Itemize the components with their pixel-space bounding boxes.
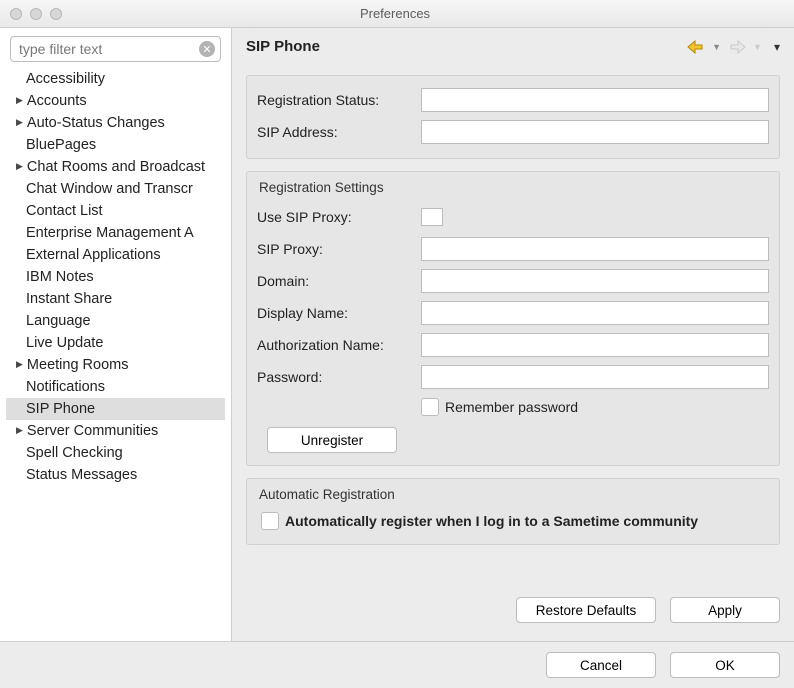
tree-item-label: Server Communities — [27, 423, 158, 439]
tree-item-accessibility[interactable]: Accessibility — [6, 68, 225, 90]
tree-item-label: Enterprise Management A — [26, 225, 194, 241]
password-field[interactable] — [421, 365, 769, 389]
tree-item-external-apps[interactable]: External Applications — [6, 244, 225, 266]
remember-password-checkbox[interactable] — [421, 398, 439, 416]
tree-item-sip-phone[interactable]: SIP Phone — [6, 398, 225, 420]
domain-label: Domain: — [257, 273, 415, 289]
tree-item-label: Chat Rooms and Broadcast — [27, 159, 205, 175]
tree-item-label: Notifications — [26, 379, 105, 395]
tree-item-label: Accounts — [27, 93, 87, 109]
cancel-button[interactable]: Cancel — [546, 652, 656, 678]
preferences-tree: Accessibility Accounts Auto-Status Chang… — [6, 66, 225, 633]
sip-proxy-field[interactable] — [421, 237, 769, 261]
auth-name-label: Authorization Name: — [257, 337, 415, 353]
filter-input[interactable] — [10, 36, 221, 62]
password-label: Password: — [257, 369, 415, 385]
tree-item-instant-share[interactable]: Instant Share — [6, 288, 225, 310]
domain-field[interactable] — [421, 269, 769, 293]
tree-item-accounts[interactable]: Accounts — [6, 90, 225, 112]
tree-item-label: Spell Checking — [26, 445, 123, 461]
registration-settings-title: Registration Settings — [259, 180, 769, 195]
menu-icon[interactable]: ▾ — [774, 40, 780, 54]
tree-item-status-messages[interactable]: Status Messages — [6, 464, 225, 486]
tree-item-label: Instant Share — [26, 291, 112, 307]
tree-item-bluepages[interactable]: BluePages — [6, 134, 225, 156]
tree-item-label: Auto-Status Changes — [27, 115, 165, 131]
tree-item-label: BluePages — [26, 137, 96, 153]
panel-title: SIP Phone — [246, 38, 686, 55]
sip-proxy-label: SIP Proxy: — [257, 241, 415, 257]
zoom-window-icon[interactable] — [50, 8, 62, 20]
tree-item-label: External Applications — [26, 247, 161, 263]
chevron-down-icon[interactable]: ▼ — [753, 42, 762, 52]
window-title: Preferences — [62, 6, 728, 21]
tree-item-meeting-rooms[interactable]: Meeting Rooms — [6, 354, 225, 376]
sip-address-label: SIP Address: — [257, 124, 415, 140]
dialog-footer: Cancel OK — [0, 642, 794, 688]
window-controls — [10, 8, 62, 20]
clear-filter-icon[interactable]: ✕ — [199, 41, 215, 57]
tree-item-enterprise-mgmt[interactable]: Enterprise Management A — [6, 222, 225, 244]
close-window-icon[interactable] — [10, 8, 22, 20]
preferences-panel: SIP Phone ▼ ▼ ▾ Registration Status: — [232, 28, 794, 641]
minimize-window-icon[interactable] — [30, 8, 42, 20]
tree-item-live-update[interactable]: Live Update — [6, 332, 225, 354]
display-name-label: Display Name: — [257, 305, 415, 321]
titlebar: Preferences — [0, 0, 794, 28]
tree-item-label: Meeting Rooms — [27, 357, 129, 373]
status-group: Registration Status: SIP Address: — [246, 75, 780, 159]
use-sip-proxy-label: Use SIP Proxy: — [257, 209, 415, 225]
reg-status-field[interactable] — [421, 88, 769, 112]
tree-item-notifications[interactable]: Notifications — [6, 376, 225, 398]
tree-item-label: Accessibility — [26, 71, 105, 87]
display-name-field[interactable] — [421, 301, 769, 325]
preferences-sidebar: ✕ Accessibility Accounts Auto-Status Cha… — [0, 28, 232, 641]
tree-item-auto-status[interactable]: Auto-Status Changes — [6, 112, 225, 134]
tree-item-contact-list[interactable]: Contact List — [6, 200, 225, 222]
tree-item-label: Live Update — [26, 335, 103, 351]
restore-defaults-button[interactable]: Restore Defaults — [516, 597, 656, 623]
tree-item-label: Language — [26, 313, 91, 329]
reg-status-label: Registration Status: — [257, 92, 415, 108]
tree-item-chat-rooms[interactable]: Chat Rooms and Broadcast — [6, 156, 225, 178]
tree-item-label: Contact List — [26, 203, 103, 219]
unregister-button[interactable]: Unregister — [267, 427, 397, 453]
tree-item-chat-window[interactable]: Chat Window and Transcr — [6, 178, 225, 200]
use-sip-proxy-checkbox[interactable] — [421, 208, 443, 226]
auto-register-label: Automatically register when I log in to … — [285, 513, 698, 529]
auth-name-field[interactable] — [421, 333, 769, 357]
forward-icon[interactable] — [727, 40, 747, 54]
ok-button[interactable]: OK — [670, 652, 780, 678]
automatic-registration-title: Automatic Registration — [259, 487, 769, 502]
tree-item-ibm-notes[interactable]: IBM Notes — [6, 266, 225, 288]
sip-address-field[interactable] — [421, 120, 769, 144]
auto-register-checkbox[interactable] — [261, 512, 279, 530]
tree-item-spell-checking[interactable]: Spell Checking — [6, 442, 225, 464]
chevron-down-icon[interactable]: ▼ — [712, 42, 721, 52]
tree-item-label: Chat Window and Transcr — [26, 181, 193, 197]
back-icon[interactable] — [686, 40, 706, 54]
tree-item-server-communities[interactable]: Server Communities — [6, 420, 225, 442]
apply-button[interactable]: Apply — [670, 597, 780, 623]
automatic-registration-group: Automatic Registration Automatically reg… — [246, 478, 780, 545]
tree-item-label: Status Messages — [26, 467, 137, 483]
tree-item-language[interactable]: Language — [6, 310, 225, 332]
tree-item-label: IBM Notes — [26, 269, 94, 285]
remember-password-label: Remember password — [445, 399, 578, 415]
tree-item-label: SIP Phone — [26, 401, 95, 417]
registration-settings-group: Registration Settings Use SIP Proxy: SIP… — [246, 171, 780, 466]
